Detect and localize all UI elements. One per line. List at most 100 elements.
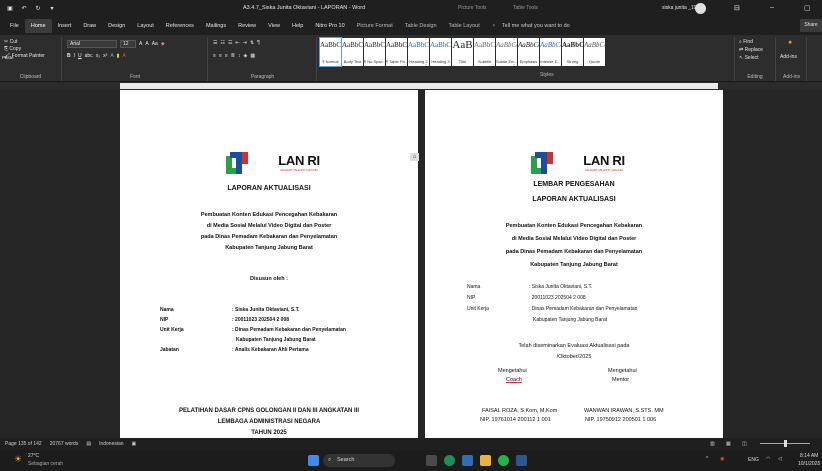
- text-effects-icon[interactable]: A: [110, 53, 113, 59]
- style-table-paragraph[interactable]: AaBbCcI ¶ Table Pa...: [386, 38, 407, 66]
- style-title[interactable]: AaB Title: [452, 38, 473, 66]
- tab-layout[interactable]: Layout: [131, 19, 160, 33]
- pilcrow-icon[interactable]: ¶: [257, 40, 260, 46]
- document-canvas[interactable]: LAN RI MAHARTI BHAKTI NAGARI LAPORAN AKT…: [0, 90, 822, 438]
- tab-draw[interactable]: Draw: [77, 19, 102, 33]
- clock-date[interactable]: 10/1/2025: [798, 461, 820, 467]
- horizontal-ruler[interactable]: [0, 82, 822, 90]
- change-case-icon[interactable]: Aa: [152, 41, 158, 47]
- tab-mailings[interactable]: Mailings: [200, 19, 232, 33]
- tab-picture-format[interactable]: Picture Format: [351, 19, 399, 33]
- avatar[interactable]: [695, 3, 706, 14]
- web-layout-icon[interactable]: ◫: [742, 441, 747, 447]
- edge-icon[interactable]: [444, 455, 455, 466]
- minimize-icon[interactable]: –: [770, 4, 774, 11]
- word-count[interactable]: 20767 words: [50, 441, 79, 447]
- style-heading-2[interactable]: AaBbCc Heading 2: [408, 38, 429, 66]
- shrink-font-icon[interactable]: A: [145, 41, 148, 47]
- more-icon[interactable]: ▾: [48, 5, 56, 12]
- tray-app-icon[interactable]: ◉: [720, 456, 724, 462]
- page-cover[interactable]: LAN RI MAHARTI BHAKTI NAGARI LAPORAN AKT…: [120, 90, 418, 438]
- tab-file[interactable]: File: [4, 19, 25, 33]
- redo-icon[interactable]: ↻: [34, 5, 42, 12]
- replace-button[interactable]: ⇄ Replace: [739, 47, 763, 53]
- font-name-select[interactable]: Arial: [67, 40, 117, 48]
- align-right-icon[interactable]: ≡: [225, 53, 228, 59]
- share-button[interactable]: Share: [800, 19, 822, 32]
- font-color-icon[interactable]: A: [122, 53, 125, 59]
- layout-options-icon[interactable]: ⌂: [410, 153, 419, 161]
- tab-home[interactable]: Home: [24, 19, 52, 33]
- page-approval[interactable]: LAN RI MAHARTI BHAKTI NAGARI LEMBAR PENG…: [425, 90, 723, 438]
- italic-icon[interactable]: I: [74, 53, 75, 59]
- print-layout-icon[interactable]: ▦: [726, 441, 731, 447]
- undo-icon[interactable]: ↶: [20, 5, 28, 12]
- style-quote[interactable]: AaBbCcI Quote: [584, 38, 605, 66]
- tell-me-box[interactable]: Tell me what you want to do: [502, 23, 570, 29]
- addins-icon[interactable]: ✸: [788, 40, 792, 46]
- tab-table-design[interactable]: Table Design: [399, 19, 443, 33]
- style-body-text[interactable]: AaBbCc Body Text: [342, 38, 363, 66]
- zoom-thumb[interactable]: [784, 440, 787, 447]
- save-icon[interactable]: ▣: [6, 5, 14, 12]
- read-mode-icon[interactable]: ▥: [710, 441, 715, 447]
- page-count[interactable]: Page 135 of 142: [5, 441, 42, 447]
- tab-review[interactable]: Review: [232, 19, 262, 33]
- shading-icon[interactable]: ◈: [243, 53, 247, 59]
- paste-button[interactable]: Paste: [2, 55, 14, 60]
- tab-nitro[interactable]: Nitro Pro 10: [309, 19, 350, 33]
- numbering-icon[interactable]: ☷: [220, 40, 224, 46]
- style-normal[interactable]: AaBbCcI ¶ Normal: [319, 37, 342, 67]
- tab-help[interactable]: Help: [286, 19, 309, 33]
- language-indicator[interactable]: Indonesian: [99, 441, 123, 447]
- file-explorer-icon[interactable]: [480, 455, 491, 466]
- bullets-icon[interactable]: ☰: [213, 40, 217, 46]
- word-icon[interactable]: [516, 455, 527, 466]
- whatsapp-icon[interactable]: [498, 455, 509, 466]
- style-heading-3[interactable]: AaBbCc Heading 3: [430, 38, 451, 66]
- find-button[interactable]: ⌕ Find: [739, 39, 753, 45]
- volume-icon[interactable]: ◁: [778, 456, 782, 462]
- style-subtitle[interactable]: AaBbCc Subtitle: [474, 38, 495, 66]
- strikethrough-icon[interactable]: abc: [85, 53, 93, 59]
- bold-icon[interactable]: B: [67, 53, 71, 59]
- macro-icon[interactable]: ▣: [132, 441, 137, 447]
- search-input[interactable]: ⌕ Search: [323, 454, 395, 467]
- underline-icon[interactable]: U: [78, 53, 82, 59]
- user-name[interactable]: siska junita _19: [662, 5, 696, 11]
- ribbon-options-icon[interactable]: ⊟: [734, 4, 740, 12]
- sort-icon[interactable]: ⇅: [250, 40, 254, 46]
- restore-icon[interactable]: ▢: [804, 4, 811, 12]
- tab-insert[interactable]: Insert: [52, 19, 78, 33]
- wifi-icon[interactable]: ◠: [766, 456, 770, 462]
- weather-icon[interactable]: ☀: [14, 454, 22, 465]
- justify-icon[interactable]: ≣: [231, 53, 235, 59]
- subscript-icon[interactable]: x₂: [96, 53, 100, 59]
- cut-button[interactable]: ✂ Cut: [4, 39, 17, 45]
- font-size-select[interactable]: 12: [120, 40, 136, 48]
- app-icon[interactable]: [462, 455, 473, 466]
- copy-button[interactable]: ⎘ Copy: [4, 46, 21, 52]
- multilevel-icon[interactable]: ☲: [228, 40, 232, 46]
- borders-icon[interactable]: ▦: [250, 53, 255, 59]
- highlight-icon[interactable]: ▮: [117, 53, 120, 59]
- decrease-indent-icon[interactable]: ⇤: [235, 40, 239, 46]
- proofing-icon[interactable]: ▤: [86, 441, 91, 447]
- style-subtle-emphasis[interactable]: AaBbCcI Subtle Em...: [496, 38, 517, 66]
- start-icon[interactable]: [308, 455, 319, 466]
- tray-language[interactable]: ENG: [748, 457, 759, 463]
- grow-font-icon[interactable]: A: [139, 41, 142, 47]
- tab-view[interactable]: View: [262, 19, 286, 33]
- clock-time[interactable]: 8:14 AM: [800, 453, 818, 459]
- align-center-icon[interactable]: ≡: [219, 53, 222, 59]
- task-view-icon[interactable]: [426, 455, 437, 466]
- style-intense-emphasis[interactable]: AaBbCcI Intense E...: [540, 38, 561, 66]
- tray-chevron-icon[interactable]: ^: [706, 456, 708, 462]
- addins-button[interactable]: Add-ins: [780, 54, 797, 60]
- tab-design[interactable]: Design: [102, 19, 131, 33]
- select-button[interactable]: ↖ Select: [739, 55, 759, 61]
- increase-indent-icon[interactable]: ⇥: [243, 40, 247, 46]
- superscript-icon[interactable]: x²: [103, 53, 107, 59]
- style-emphasis[interactable]: AaBbCcI Emphasis: [518, 38, 539, 66]
- style-strong[interactable]: AaBbCcI Strong: [562, 38, 583, 66]
